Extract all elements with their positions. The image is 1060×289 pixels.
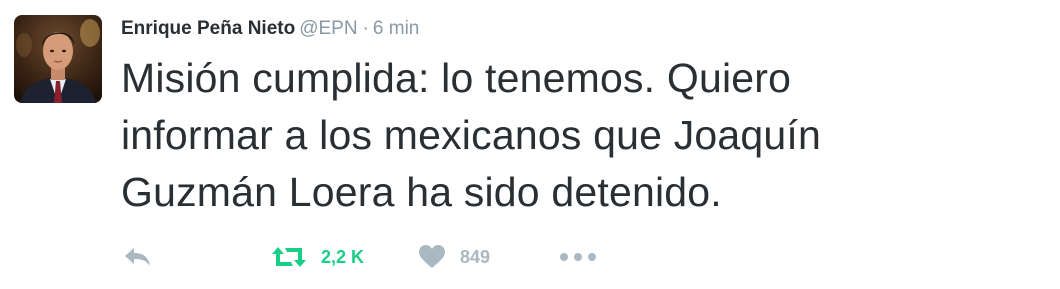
author-name[interactable]: Enrique Peña Nieto <box>121 18 295 39</box>
tweet-text: Misión cumplida: lo tenemos. Quiero info… <box>121 50 1041 221</box>
tweet-actions: 2,2 K 849 <box>121 242 1021 272</box>
author-handle[interactable]: @EPN <box>299 18 357 39</box>
retweet-count: 2,2 K <box>321 247 365 267</box>
tweet-text-line: Misión cumplida: lo tenemos. Quiero <box>121 55 792 101</box>
heart-icon <box>419 245 445 268</box>
reply-icon <box>125 248 150 266</box>
tweet: Enrique Peña Nieto @EPN · 6 min Misión cump… <box>0 0 1060 289</box>
tweet-header: Enrique Peña Nieto @EPN · 6 min <box>121 16 419 42</box>
like-button[interactable]: 849 <box>418 242 490 272</box>
more-icon <box>560 253 596 261</box>
reply-button[interactable] <box>123 242 153 272</box>
tweet-text-line: Guzmán Loera ha sido detenido. <box>121 169 722 215</box>
avatar[interactable] <box>14 15 102 103</box>
tweet-timestamp[interactable]: 6 min <box>373 18 419 39</box>
retweet-button[interactable]: 2,2 K <box>271 242 364 272</box>
avatar-image <box>14 15 102 103</box>
header-separator: · <box>362 18 369 39</box>
retweet-icon <box>272 247 306 267</box>
more-button[interactable] <box>559 242 597 272</box>
like-count: 849 <box>460 247 491 267</box>
tweet-text-line: informar a los mexicanos que Joaquín <box>121 112 822 158</box>
